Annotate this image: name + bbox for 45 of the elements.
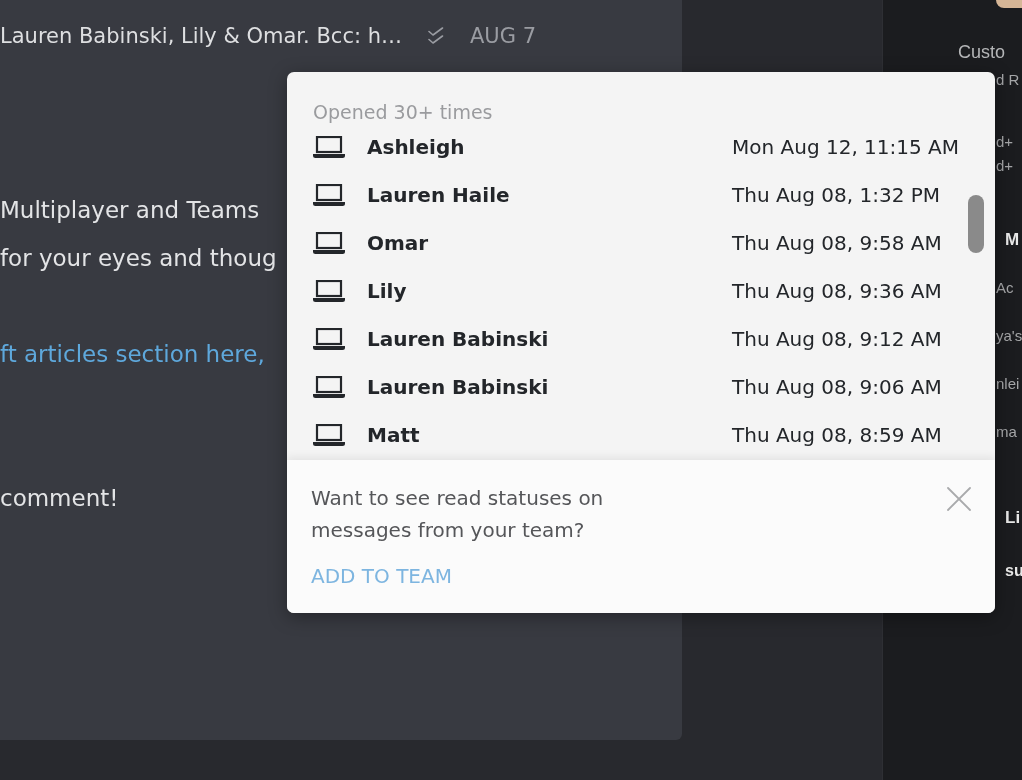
sidebar-heading: su: [1005, 561, 1022, 581]
laptop-icon: [313, 232, 345, 254]
reader-name: Lauren Haile: [367, 183, 510, 207]
sidebar-heading: Li: [1005, 507, 1021, 529]
laptop-icon: [313, 328, 345, 350]
reader-name: Lily: [367, 279, 407, 303]
laptop-icon: [313, 136, 345, 158]
laptop-icon: [313, 280, 345, 302]
sidebar-text: Custo: [958, 41, 1006, 64]
article-link[interactable]: ft articles section here,: [0, 330, 265, 378]
promo-text: Want to see read statuses on messages from your team?: [311, 485, 605, 544]
sidebar-text: d R: [996, 70, 1020, 90]
open-time: Thu Aug 08, 8:59 AM: [732, 423, 942, 447]
reader-name: Omar: [367, 231, 429, 255]
open-time: Thu Aug 08, 9:58 AM: [732, 231, 942, 255]
message-date: AUG 7: [470, 24, 537, 48]
sidebar-text: d+: [996, 156, 1014, 176]
close-button[interactable]: [947, 487, 971, 511]
message-text: Multiplayer and Teams: [0, 196, 260, 225]
open-time: Thu Aug 08, 9:36 AM: [732, 279, 942, 303]
reader-name: Ashleigh: [367, 135, 465, 159]
open-time: Thu Aug 08, 9:12 AM: [732, 327, 942, 351]
sidebar-heading: M: [1005, 229, 1020, 251]
open-time: Mon Aug 12, 11:15 AM: [732, 135, 960, 159]
laptop-icon: [313, 376, 345, 398]
sidebar-text: ma: [996, 422, 1017, 442]
reader-name: Lauren Babinski: [367, 327, 549, 351]
recipients-line: Lauren Babinski, Lily & Omar. Bcc: h…: [0, 24, 402, 48]
double-check-icon: [428, 27, 444, 45]
reader-name: Lauren Babinski: [367, 375, 549, 399]
laptop-icon: [313, 184, 345, 206]
laptop-icon: [313, 424, 345, 446]
reader-name: Matt: [367, 423, 420, 447]
sidebar-text: Ac: [996, 278, 1014, 298]
close-icon: [947, 487, 971, 511]
sidebar-text: ya's: [996, 326, 1022, 346]
message-text: comment!: [0, 484, 119, 513]
opened-count-heading: Opened 30+ times: [313, 101, 493, 123]
sidebar-text: nlei: [996, 374, 1020, 394]
open-time: Thu Aug 08, 1:32 PM: [732, 183, 941, 207]
scrollbar-thumb[interactable]: [968, 195, 984, 253]
message-text: for your eyes and thoug: [0, 244, 277, 273]
avatar-placeholder: [996, 0, 1022, 8]
sidebar-text: d+: [996, 132, 1014, 152]
open-time: Thu Aug 08, 9:06 AM: [732, 375, 942, 399]
